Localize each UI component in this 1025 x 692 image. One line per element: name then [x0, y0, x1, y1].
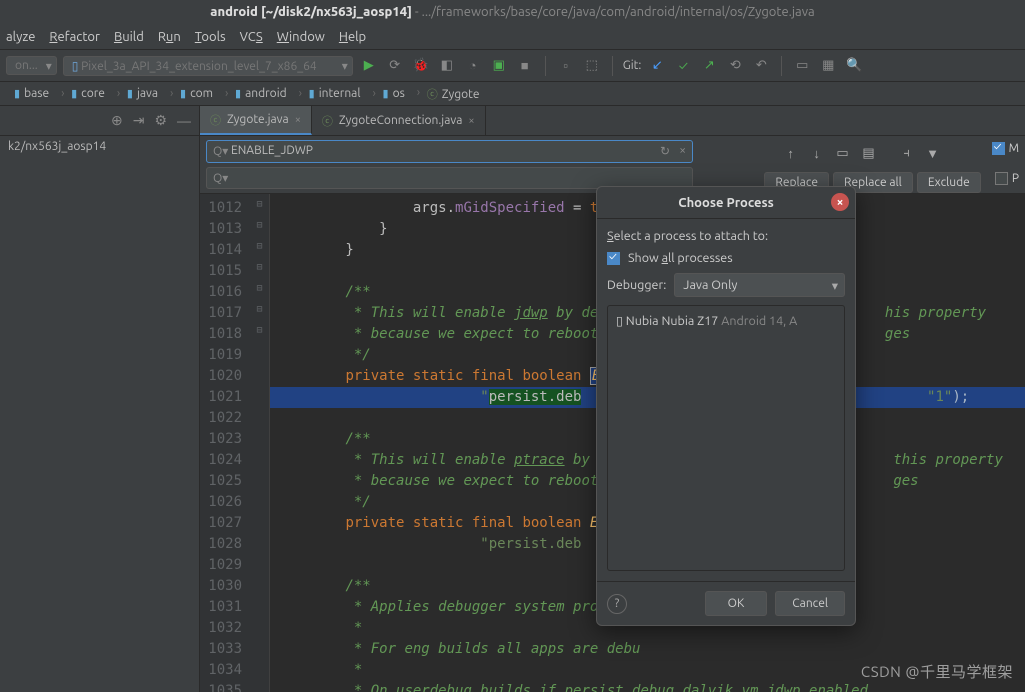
git-push-icon[interactable]: ↗ — [699, 56, 719, 76]
next-match-icon[interactable]: ↓ — [806, 142, 828, 164]
git-history-icon[interactable]: ⟲ — [725, 56, 745, 76]
show-all-label: Show all processes — [628, 251, 733, 265]
show-all-check[interactable] — [607, 252, 620, 265]
attach-icon[interactable]: ▣ — [489, 56, 509, 76]
ok-button[interactable]: OK — [705, 591, 768, 616]
funnel-icon[interactable]: ▼ — [922, 142, 944, 164]
close-icon[interactable]: × — [468, 115, 474, 127]
window-title: android [~/disk2/nx563j_aosp14] - .../fr… — [0, 0, 1025, 24]
layout-icon[interactable]: ▭ — [792, 56, 812, 76]
git-revert-icon[interactable]: ↶ — [751, 56, 771, 76]
collapse-icon[interactable]: ⇥ — [133, 112, 145, 129]
dialog-title: Choose Process × — [597, 187, 855, 219]
search-icon: Q▾ — [213, 171, 228, 185]
preserve-case-check[interactable] — [995, 172, 1008, 185]
menu-run[interactable]: Run — [158, 30, 181, 44]
crumb-core[interactable]: ▮core — [57, 87, 113, 100]
crumb-file[interactable]: ⓒZygote — [413, 86, 488, 102]
stop-icon[interactable]: ■ — [515, 56, 535, 76]
debugger-combo[interactable]: Java Only — [674, 273, 845, 297]
choose-process-dialog: Choose Process × Select a process to att… — [596, 186, 856, 626]
prev-match-icon[interactable]: ↑ — [780, 142, 802, 164]
git-label: Git: — [623, 59, 642, 72]
project-sidebar: ⊕ ⇥ ⚙ — k2/nx563j_aosp14 — [0, 106, 200, 692]
menu-tools[interactable]: Tools — [195, 30, 226, 44]
sidebar-path[interactable]: k2/nx563j_aosp14 — [0, 136, 199, 157]
phone-icon: ▯ — [616, 314, 623, 328]
git-commit-icon[interactable]: ✓ — [673, 56, 693, 76]
device-item[interactable]: ▯ Nubia Nubia Z17 Android 14, A — [612, 310, 840, 331]
breadcrumb: ▮base ▮core ▮java ▮com ▮android ▮interna… — [0, 82, 1025, 106]
menu-refactor[interactable]: Refactor — [49, 30, 100, 44]
preserve-case-label: P — [1012, 172, 1019, 185]
run-config-combo[interactable]: on... — [6, 56, 57, 75]
main-menubar: alyze Refactor Build Run Tools VCS Windo… — [0, 24, 1025, 50]
help-icon[interactable]: ? — [607, 594, 627, 614]
tab-zygoteconnection[interactable]: ⓒ ZygoteConnection.java × — [312, 106, 486, 135]
coverage-icon[interactable]: ◧ — [437, 56, 457, 76]
tab-zygote[interactable]: ⓒ Zygote.java × — [200, 106, 312, 135]
editor-tabs: ⓒ Zygote.java × ⓒ ZygoteConnection.java … — [200, 106, 1025, 136]
git-update-icon[interactable]: ↙ — [647, 56, 667, 76]
run-icon[interactable]: ▶ — [359, 56, 379, 76]
exclude-button[interactable]: Exclude — [917, 172, 981, 193]
close-icon[interactable]: × — [295, 114, 301, 126]
dialog-prompt: Select a process to attach to: — [607, 229, 845, 243]
process-list[interactable]: ▯ Nubia Nubia Z17 Android 14, A — [607, 305, 845, 571]
crumb-internal[interactable]: ▮internal — [295, 87, 369, 100]
profile-icon[interactable]: ◔ — [463, 56, 483, 76]
crumb-java[interactable]: ▮java — [113, 87, 166, 100]
hide-icon[interactable]: — — [177, 113, 191, 129]
history-icon[interactable]: ↻ — [660, 144, 670, 158]
menu-build[interactable]: Build — [114, 30, 144, 44]
fold-column[interactable]: ⊟⊟⊟⊟⊟⊟⊟ — [250, 194, 270, 692]
crumb-base[interactable]: ▮base — [0, 87, 57, 100]
structure-icon[interactable]: ▦ — [818, 56, 838, 76]
crumb-com[interactable]: ▮com — [166, 87, 221, 100]
device-combo[interactable]: ▯ Pixel_3a_API_34_extension_level_7_x86_… — [63, 56, 353, 76]
debugger-label: Debugger: — [607, 278, 666, 292]
search-icon: Q▾ — [213, 144, 228, 158]
menu-vcs[interactable]: VCS — [240, 30, 263, 44]
locate-icon[interactable]: ⊕ — [111, 112, 123, 129]
debug-icon[interactable]: 🐞 — [411, 56, 431, 76]
tab-label: Zygote.java — [227, 113, 289, 126]
add-selection-icon[interactable]: ▤ — [858, 142, 880, 164]
class-icon: ⓒ — [322, 113, 333, 129]
crumb-os[interactable]: ▮os — [369, 87, 413, 100]
avd-icon[interactable]: ▫ — [556, 56, 576, 76]
close-icon[interactable]: × — [831, 193, 849, 211]
main-toolbar: on... ▯ Pixel_3a_API_34_extension_level_… — [0, 50, 1025, 82]
crumb-android[interactable]: ▮android — [221, 87, 295, 100]
menu-window[interactable]: Window — [277, 30, 325, 44]
menu-analyze[interactable]: alyze — [6, 30, 35, 44]
apply-changes-icon[interactable]: ⟳ — [385, 56, 405, 76]
class-icon: ⓒ — [210, 112, 221, 128]
settings-icon[interactable]: ⚙ — [154, 112, 167, 129]
cancel-button[interactable]: Cancel — [775, 591, 845, 616]
search-everywhere-icon[interactable]: 🔍 — [844, 56, 864, 76]
select-all-icon[interactable]: ▭ — [832, 142, 854, 164]
tab-label: ZygoteConnection.java — [339, 114, 462, 127]
find-input[interactable]: Q▾ ENABLE_JDWP ↻ × — [206, 140, 693, 163]
menu-help[interactable]: Help — [339, 30, 366, 44]
line-gutter: 1012101310141015101610171018101910201021… — [200, 194, 250, 692]
clear-icon[interactable]: × — [679, 144, 686, 157]
filter-icon[interactable]: ⫞ — [896, 142, 918, 164]
sdk-icon[interactable]: ⬚ — [582, 56, 602, 76]
match-case-label: M — [1009, 142, 1019, 155]
match-case-check[interactable] — [992, 142, 1005, 155]
